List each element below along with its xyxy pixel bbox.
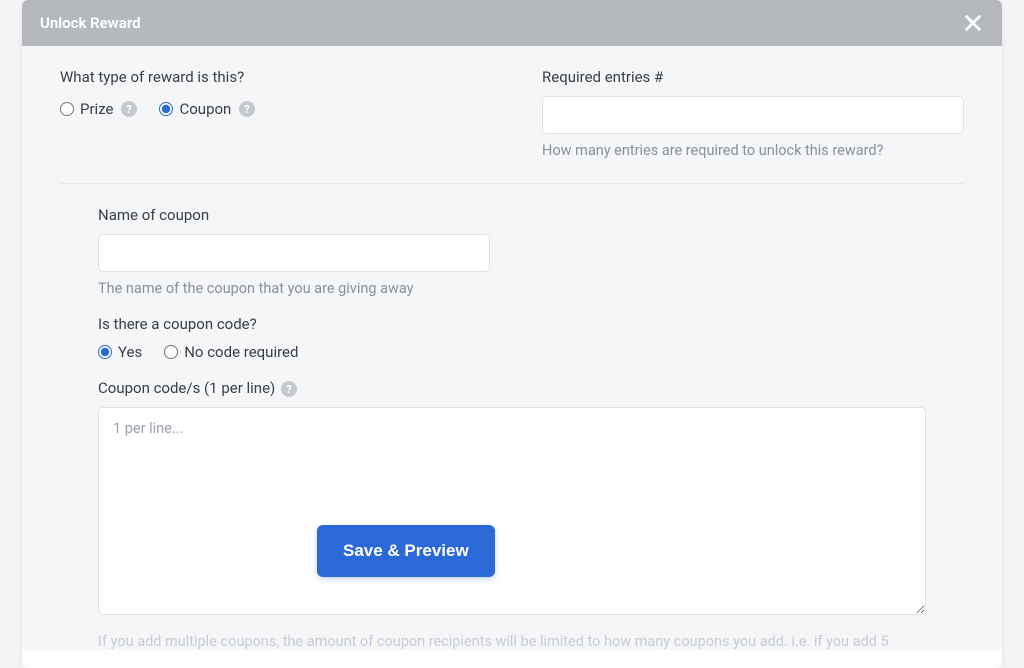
coupon-radio[interactable] — [159, 102, 173, 116]
help-icon[interactable]: ? — [281, 381, 297, 397]
close-icon[interactable] — [962, 12, 984, 34]
coupon-codes-label-text: Coupon code/s (1 per line) — [98, 379, 275, 397]
modal-title: Unlock Reward — [40, 14, 141, 32]
modal-body: What type of reward is this? Prize ? Cou… — [22, 46, 1002, 650]
coupon-name-label: Name of coupon — [98, 206, 926, 224]
unlock-reward-modal: Unlock Reward What type of reward is thi… — [22, 0, 1002, 668]
svg-text:?: ? — [245, 103, 251, 116]
has-code-radio-group: Yes No code required — [98, 343, 926, 361]
coupon-codes-help: If you add multiple coupons, the amount … — [98, 619, 926, 650]
coupon-radio-label: Coupon — [179, 100, 231, 118]
coupon-codes-textarea[interactable] — [98, 407, 926, 615]
reward-type-coupon-option[interactable]: Coupon ? — [159, 100, 255, 118]
prize-radio-label: Prize — [80, 100, 113, 118]
reward-type-prize-option[interactable]: Prize ? — [60, 100, 137, 118]
prize-radio[interactable] — [60, 102, 74, 116]
svg-text:?: ? — [127, 103, 133, 116]
coupon-details-section: Name of coupon The name of the coupon th… — [60, 184, 964, 650]
has-code-yes-option[interactable]: Yes — [98, 343, 142, 361]
help-icon[interactable]: ? — [121, 101, 137, 117]
has-code-question: Is there a coupon code? — [98, 315, 926, 333]
svg-text:?: ? — [286, 383, 292, 396]
reward-type-question: What type of reward is this? — [60, 68, 482, 86]
required-entries-section: Required entries # How many entries are … — [542, 68, 964, 159]
help-icon[interactable]: ? — [239, 101, 255, 117]
no-radio-label: No code required — [184, 343, 298, 361]
coupon-name-group: Name of coupon The name of the coupon th… — [98, 206, 926, 297]
required-entries-help: How many entries are required to unlock … — [542, 142, 964, 159]
reward-type-section: What type of reward is this? Prize ? Cou… — [60, 68, 482, 159]
top-settings-row: What type of reward is this? Prize ? Cou… — [60, 68, 964, 184]
coupon-codes-label: Coupon code/s (1 per line) ? — [98, 379, 926, 397]
modal-header: Unlock Reward — [22, 0, 1002, 46]
reward-type-radio-group: Prize ? Coupon ? — [60, 100, 482, 118]
yes-radio[interactable] — [98, 345, 112, 359]
yes-radio-label: Yes — [118, 343, 142, 361]
required-entries-label: Required entries # — [542, 68, 964, 86]
required-entries-input[interactable] — [542, 96, 964, 134]
coupon-name-input[interactable] — [98, 234, 490, 272]
no-radio[interactable] — [164, 345, 178, 359]
save-preview-button[interactable]: Save & Preview — [317, 525, 495, 577]
coupon-codes-group: Coupon code/s (1 per line) ? If you add … — [98, 379, 926, 650]
has-code-group: Is there a coupon code? Yes No code requ… — [98, 315, 926, 361]
coupon-name-help: The name of the coupon that you are givi… — [98, 280, 926, 297]
has-code-no-option[interactable]: No code required — [164, 343, 298, 361]
